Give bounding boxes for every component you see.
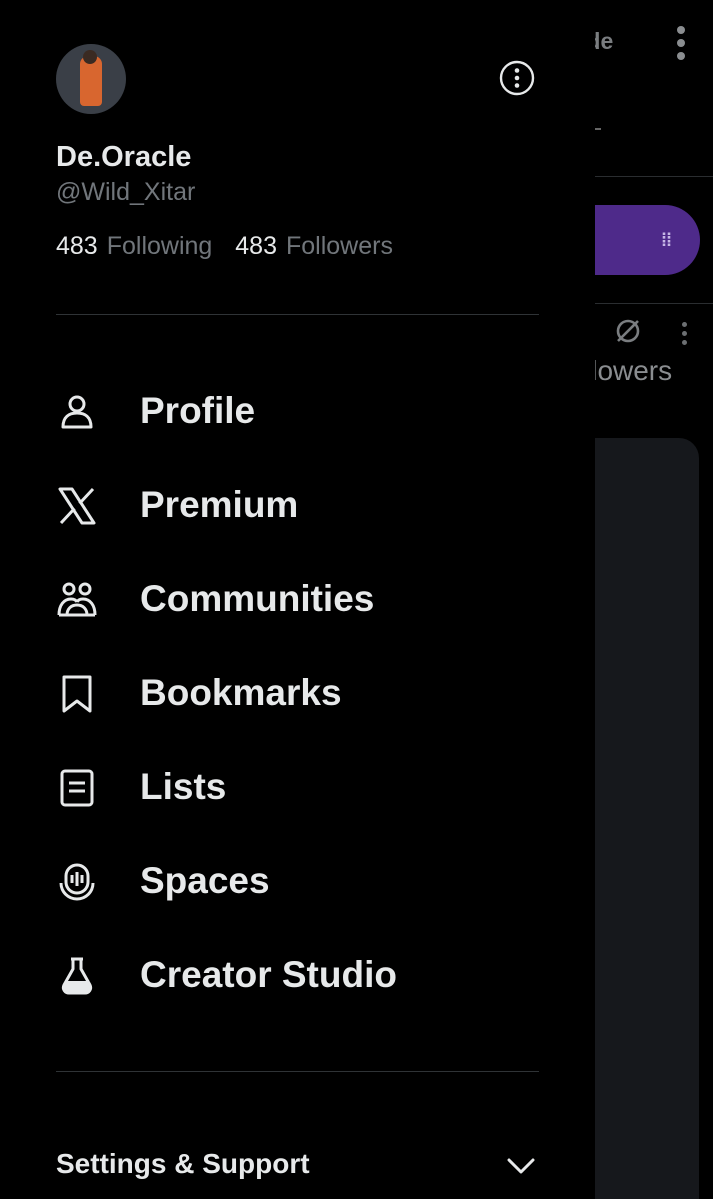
menu-item-label: Lists [140, 766, 227, 807]
menu-item-lists[interactable]: Lists [0, 740, 595, 834]
bg-card [595, 438, 699, 1199]
menu-item-bookmarks[interactable]: Bookmarks [0, 646, 595, 740]
avatar-head [83, 50, 97, 64]
following-link[interactable]: 483 Following [56, 232, 212, 261]
upgrade-label-fragment: ıde [595, 28, 614, 54]
menu-item-creator-studio[interactable]: Creator Studio [0, 928, 595, 1022]
more-options-icon [673, 26, 689, 62]
bg-pill-button [595, 205, 700, 275]
no-sign-icon [616, 319, 640, 343]
following-count: 483 [56, 232, 98, 260]
menu-item-label: Premium [140, 484, 299, 525]
side-drawer: De.Oracle @Wild_Xitar 483 Following 483 Fo… [0, 0, 595, 1199]
drawer-menu: Profile Premium Communities Bookmarks Li… [0, 364, 595, 1022]
followers-label-fragment: llowers [595, 355, 673, 386]
communities-icon [57, 582, 97, 617]
spaces-icon [59, 863, 95, 901]
followers-label: Followers [286, 232, 393, 260]
following-label: Following [106, 232, 213, 260]
user-handle: @Wild_Xitar [56, 178, 196, 206]
divider [56, 1071, 539, 1072]
more-options-icon[interactable] [499, 60, 535, 96]
bg-divider [595, 303, 713, 304]
list-icon [60, 769, 94, 807]
menu-item-profile[interactable]: Profile [0, 364, 595, 458]
menu-item-communities[interactable]: Communities [0, 552, 595, 646]
chevron-down-icon[interactable] [506, 1154, 536, 1178]
avatar[interactable] [56, 44, 126, 114]
followers-count: 483 [235, 232, 277, 260]
menu-item-label: Profile [140, 390, 256, 431]
display-name[interactable]: De.Oracle [56, 141, 191, 174]
x-logo-icon [58, 487, 96, 525]
follow-stats: 483 Following 483 Followers [56, 232, 409, 261]
pill-icon: ⁞⁞ [661, 230, 672, 250]
menu-item-premium[interactable]: Premium [0, 458, 595, 552]
menu-item-spaces[interactable]: Spaces [0, 834, 595, 928]
menu-item-label: Bookmarks [140, 672, 342, 713]
more-options-icon [681, 322, 687, 348]
bg-divider [595, 176, 713, 177]
background-page: ıde ⁞⁞ llowers [595, 0, 713, 1199]
person-icon [61, 395, 93, 429]
bg-marker [595, 128, 601, 130]
menu-item-label: Communities [140, 578, 375, 619]
flask-icon [61, 957, 93, 995]
menu-item-label: Creator Studio [140, 954, 397, 995]
settings-support-toggle[interactable]: Settings & Support [56, 1148, 310, 1180]
divider [56, 314, 539, 315]
menu-item-label: Spaces [140, 860, 270, 901]
followers-link[interactable]: 483 Followers [235, 232, 393, 261]
bookmark-icon [62, 675, 92, 713]
